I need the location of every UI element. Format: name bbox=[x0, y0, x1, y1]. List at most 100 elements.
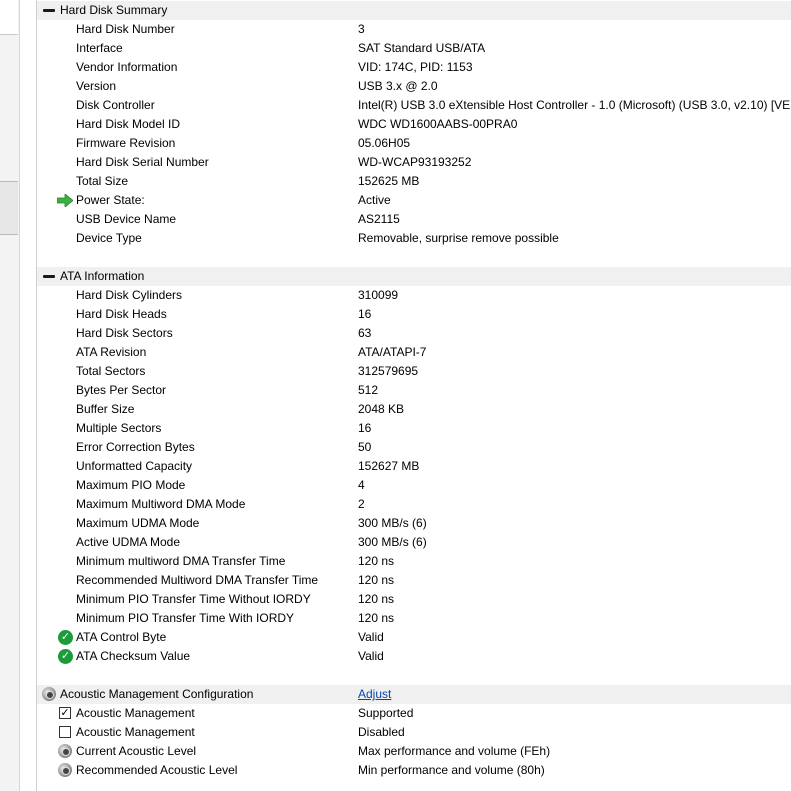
section-ata-information[interactable]: ATA Information bbox=[37, 267, 791, 286]
collapse-icon[interactable] bbox=[43, 275, 55, 278]
left-panel-box-selected[interactable] bbox=[0, 181, 18, 235]
list-item: Recommended Multiword DMA Transfer Time 1… bbox=[37, 571, 791, 590]
list-item: Disk Controller Intel(R) USB 3.0 eXtensib… bbox=[37, 96, 791, 115]
row-label: Total Sectors bbox=[76, 364, 146, 378]
row-label: Hard Disk Sectors bbox=[76, 326, 173, 340]
list-item: Minimum multiword DMA Transfer Time 120 n… bbox=[37, 552, 791, 571]
adjust-link[interactable]: Adjust bbox=[358, 685, 391, 704]
section-title: ATA Information bbox=[60, 269, 145, 283]
row-value: 120 ns bbox=[358, 573, 395, 587]
row-label: ATA Checksum Value bbox=[76, 649, 191, 663]
row-value: 312579695 bbox=[358, 364, 419, 378]
row-label: Unformatted Capacity bbox=[76, 459, 193, 473]
row-value: 120 ns bbox=[358, 611, 395, 625]
list-item: Maximum Multiword DMA Mode 2 bbox=[37, 495, 791, 514]
row-label: Interface bbox=[76, 41, 123, 55]
row-value: 50 bbox=[358, 440, 372, 454]
section-acoustic-management[interactable]: Acoustic Management Configuration Adjust bbox=[37, 685, 791, 704]
list-item: ATA Revision ATA/ATAPI-7 bbox=[37, 343, 791, 362]
row-label: Bytes Per Sector bbox=[76, 383, 167, 397]
row-value: 120 ns bbox=[358, 592, 395, 606]
list-item: Interface SAT Standard USB/ATA bbox=[37, 39, 791, 58]
list-item: Minimum PIO Transfer Time With IORDY 120 … bbox=[37, 609, 791, 628]
row-label: Multiple Sectors bbox=[76, 421, 162, 435]
row-label: Vendor Information bbox=[76, 60, 178, 74]
list-item: Hard Disk Serial Number WD-WCAP93193252 bbox=[37, 153, 791, 172]
row-label: Hard Disk Cylinders bbox=[76, 288, 183, 302]
row-value: 310099 bbox=[358, 288, 399, 302]
row-value: VID: 174C, PID: 1153 bbox=[358, 60, 473, 74]
row-value: Max performance and volume (FEh) bbox=[358, 744, 551, 758]
row-label: Buffer Size bbox=[76, 402, 135, 416]
acoustic-supported-checkbox[interactable]: ✓ bbox=[59, 707, 71, 719]
list-item: Multiple Sectors 16 bbox=[37, 419, 791, 438]
speaker-icon bbox=[58, 763, 72, 777]
row-label: USB Device Name bbox=[76, 212, 177, 226]
row-value: 63 bbox=[358, 326, 372, 340]
row-value: SAT Standard USB/ATA bbox=[358, 41, 486, 55]
left-panel-strip bbox=[0, 0, 20, 791]
list-item-power-state: Power State: Active bbox=[37, 191, 791, 210]
list-item-ata-checksum: ✓ ATA Checksum Value Valid bbox=[37, 647, 791, 666]
row-value: 2048 KB bbox=[358, 402, 405, 416]
speaker-icon bbox=[58, 744, 72, 758]
green-check-icon: ✓ bbox=[58, 630, 73, 645]
row-value: Valid bbox=[358, 630, 384, 644]
list-item-acoustic-supported: ✓ Acoustic Management Supported bbox=[37, 704, 791, 723]
section-hard-disk-summary[interactable]: Hard Disk Summary bbox=[37, 1, 791, 20]
row-value: Valid bbox=[358, 649, 384, 663]
row-label: Maximum Multiword DMA Mode bbox=[76, 497, 246, 511]
properties-list: Hard Disk Summary Hard Disk Number 3 Inte… bbox=[37, 0, 791, 791]
row-label: Firmware Revision bbox=[76, 136, 176, 150]
row-label: Minimum PIO Transfer Time With IORDY bbox=[76, 611, 295, 625]
list-item: Error Correction Bytes 50 bbox=[37, 438, 791, 457]
row-label: Recommended Multiword DMA Transfer Time bbox=[76, 573, 319, 587]
row-value: Min performance and volume (80h) bbox=[358, 763, 545, 777]
row-label: Total Size bbox=[76, 174, 129, 188]
row-value: 16 bbox=[358, 307, 372, 321]
row-value: Supported bbox=[358, 706, 414, 720]
list-item-acoustic-enabled: Acoustic Management Disabled bbox=[37, 723, 791, 742]
row-label: Hard Disk Number bbox=[76, 22, 175, 36]
row-value: 3 bbox=[358, 22, 365, 36]
row-label: Active UDMA Mode bbox=[76, 535, 181, 549]
list-item-current-acoustic: Current Acoustic Level Max performance an… bbox=[37, 742, 791, 761]
row-value: Intel(R) USB 3.0 eXtensible Host Control… bbox=[358, 98, 791, 112]
row-value: AS2115 bbox=[358, 212, 400, 226]
row-value: Removable, surprise remove possible bbox=[358, 231, 559, 245]
section-title: Hard Disk Summary bbox=[60, 3, 168, 17]
list-item-recommended-acoustic: Recommended Acoustic Level Min performanc… bbox=[37, 761, 791, 780]
row-label: Disk Controller bbox=[76, 98, 155, 112]
section-title: Acoustic Management Configuration bbox=[60, 687, 254, 701]
acoustic-enabled-checkbox[interactable] bbox=[59, 726, 71, 738]
row-label: Minimum PIO Transfer Time Without IORDY bbox=[76, 592, 311, 606]
row-value: Disabled bbox=[358, 725, 405, 739]
row-value: 152627 MB bbox=[358, 459, 420, 473]
row-value: 2 bbox=[358, 497, 365, 511]
list-item: Total Sectors 312579695 bbox=[37, 362, 791, 381]
list-item: Device Type Removable, surprise remove po… bbox=[37, 229, 791, 248]
list-item: Hard Disk Sectors 63 bbox=[37, 324, 791, 343]
row-label: Current Acoustic Level bbox=[76, 744, 197, 758]
green-arrow-icon bbox=[57, 194, 73, 207]
left-panel-box-top bbox=[0, 0, 18, 35]
list-item: Hard Disk Model ID WDC WD1600AABS-00PRA0 bbox=[37, 115, 791, 134]
row-label: Acoustic Management bbox=[76, 725, 195, 739]
row-label: Version bbox=[76, 79, 117, 93]
row-value: Active bbox=[358, 193, 391, 207]
green-check-icon: ✓ bbox=[58, 649, 73, 664]
row-label: Hard Disk Model ID bbox=[76, 117, 181, 131]
list-item: Total Size 152625 MB bbox=[37, 172, 791, 191]
row-value: 16 bbox=[358, 421, 372, 435]
row-label: Error Correction Bytes bbox=[76, 440, 195, 454]
list-item: Firmware Revision 05.06H05 bbox=[37, 134, 791, 153]
row-label: Power State: bbox=[76, 193, 145, 207]
row-label: ATA Revision bbox=[76, 345, 147, 359]
collapse-icon[interactable] bbox=[43, 9, 55, 12]
list-item: Bytes Per Sector 512 bbox=[37, 381, 791, 400]
row-label: Device Type bbox=[76, 231, 142, 245]
row-label: Minimum multiword DMA Transfer Time bbox=[76, 554, 286, 568]
speaker-icon bbox=[42, 687, 56, 701]
list-item: Minimum PIO Transfer Time Without IORDY 1… bbox=[37, 590, 791, 609]
list-item: Maximum UDMA Mode 300 MB/s (6) bbox=[37, 514, 791, 533]
